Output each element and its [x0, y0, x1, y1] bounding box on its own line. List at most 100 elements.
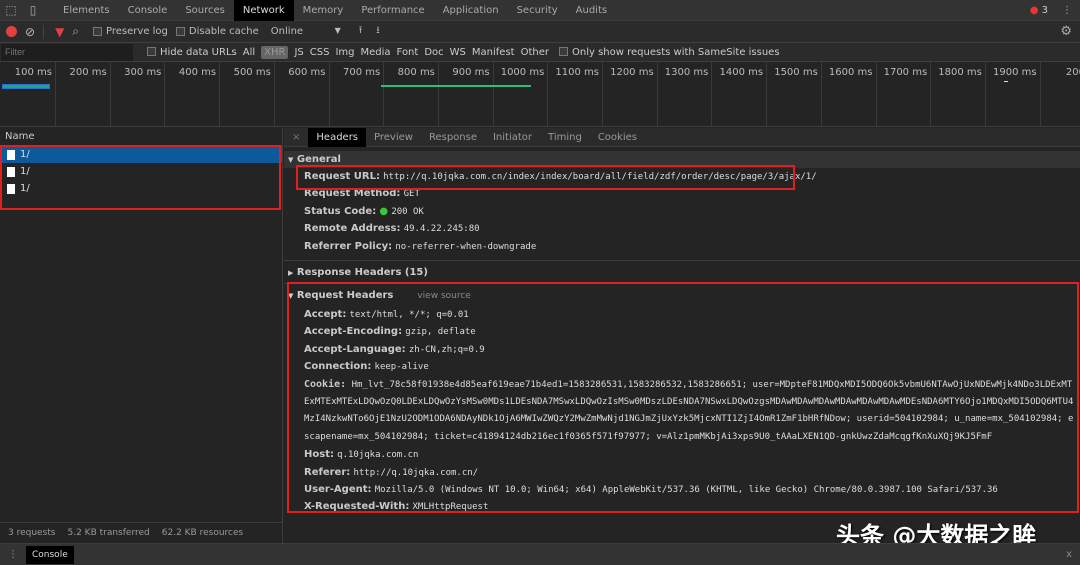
- file-icon: [7, 149, 15, 160]
- network-toolbar: ⊘ ▼ ⌕ Preserve log Disable cache Online ▼…: [0, 21, 1080, 43]
- filter-icon[interactable]: ▼: [55, 25, 64, 39]
- timeline-tick-label: 1300 ms: [664, 67, 709, 78]
- tab-console[interactable]: Console: [119, 0, 177, 21]
- timeline-tick-label: 1900 ms: [993, 67, 1037, 78]
- header-value: q.10jqka.com.cn: [337, 450, 419, 461]
- type-filter-other[interactable]: Other: [521, 47, 549, 58]
- timeline-tick-label: 1700 ms: [883, 67, 928, 78]
- header-value: 200 OK: [391, 206, 424, 217]
- header-row: Request Method: GET: [284, 185, 1080, 202]
- tab-timing[interactable]: Timing: [540, 128, 590, 147]
- header-value: keep-alive: [374, 362, 429, 373]
- type-filter-js[interactable]: JS: [294, 47, 303, 58]
- dropdown-arrow-icon: ▼: [334, 26, 341, 35]
- tab-headers[interactable]: Headers: [308, 127, 367, 147]
- request-headers-toggle[interactable]: ▼ Request Headers view source: [284, 287, 1080, 304]
- preserve-log-checkbox[interactable]: Preserve log: [93, 26, 168, 37]
- settings-gear-icon[interactable]: ⚙: [1060, 24, 1072, 39]
- header-name: X-Requested-With:: [304, 501, 410, 513]
- header-value: GET: [403, 189, 420, 200]
- disable-cache-checkbox[interactable]: Disable cache: [175, 26, 259, 37]
- status-ok-icon: ●: [379, 205, 392, 217]
- timeline-tick-label: 700 ms: [342, 67, 381, 78]
- header-value: http://q.10jqka.com.cn/: [353, 467, 479, 478]
- timeline-tick-label: 1600 ms: [828, 67, 873, 78]
- collapsed-triangle-icon: ▶: [288, 268, 294, 277]
- timeline-tick-label: 2000: [1065, 67, 1080, 78]
- tab-elements[interactable]: Elements: [54, 0, 119, 21]
- device-toolbar-icon[interactable]: ▯: [22, 3, 44, 17]
- type-filter-css[interactable]: CSS: [310, 47, 330, 58]
- type-filter-all[interactable]: All: [243, 47, 255, 58]
- samesite-checkbox[interactable]: Only show requests with SameSite issues: [559, 47, 780, 58]
- response-headers-toggle[interactable]: ▶ Response Headers (15): [284, 264, 1080, 281]
- request-details: × Headers Preview Response Initiator Tim…: [284, 127, 1080, 522]
- header-name: Cookie:: [304, 378, 347, 390]
- status-bar: 3 requests 5.2 KB transferred 62.2 KB re…: [0, 522, 283, 543]
- expanded-triangle-icon: ▼: [288, 291, 294, 300]
- drawer-close-button[interactable]: x: [1066, 549, 1072, 560]
- header-row: Host: q.10jqka.com.cn: [284, 446, 1080, 463]
- type-filter-doc[interactable]: Doc: [424, 47, 443, 58]
- timeline-overview[interactable]: 100 ms 200 ms 300 ms 400 ms 500 ms 600 ms 700 …: [0, 62, 1080, 127]
- type-filter-media[interactable]: Media: [361, 47, 391, 58]
- type-filter-font[interactable]: Font: [397, 47, 419, 58]
- tab-response[interactable]: Response: [421, 128, 485, 147]
- header-value: Hm_lvt_78c58f01938e4d85eaf619eae71b4ed1=…: [304, 379, 1074, 442]
- tab-cookies[interactable]: Cookies: [590, 128, 645, 147]
- tab-security[interactable]: Security: [508, 0, 567, 21]
- view-source-link[interactable]: view source: [417, 291, 470, 301]
- header-row: User-Agent: Mozilla/5.0 (Windows NT 10.0…: [284, 481, 1080, 498]
- drawer-menu-icon[interactable]: ⋮: [0, 549, 26, 560]
- close-details-icon[interactable]: ×: [284, 132, 308, 143]
- import-har-icon[interactable]: ⭱: [359, 23, 363, 40]
- type-filter-xhr[interactable]: XHR: [261, 45, 289, 59]
- header-name: Referer:: [304, 466, 351, 478]
- search-icon[interactable]: ⌕: [72, 24, 79, 39]
- name-column-header[interactable]: Name: [0, 128, 282, 146]
- header-name: Host:: [304, 449, 334, 461]
- header-name: Referrer Policy:: [304, 240, 393, 252]
- filter-bar: Hide data URLs All XHR JS CSS Img Media …: [0, 43, 1080, 62]
- type-filter-img[interactable]: Img: [335, 47, 354, 58]
- request-row[interactable]: 1/: [0, 180, 282, 197]
- inspect-element-icon[interactable]: ⬚: [0, 3, 22, 17]
- timeline-tick-label: 800 ms: [397, 67, 435, 78]
- timeline-marker: [1004, 81, 1008, 82]
- timeline-tick-label: 200 ms: [69, 67, 107, 78]
- export-har-icon[interactable]: ⭳: [376, 23, 380, 40]
- tab-network[interactable]: Network: [233, 0, 294, 21]
- timeline-tick-label: 100 ms: [14, 67, 52, 78]
- tab-sources[interactable]: Sources: [176, 0, 234, 21]
- console-drawer-bar: ⋮ Console x: [0, 543, 1080, 565]
- header-row: Accept-Encoding: gzip, deflate: [284, 323, 1080, 340]
- type-filter-ws[interactable]: WS: [450, 47, 466, 58]
- tab-memory[interactable]: Memory: [294, 0, 353, 21]
- header-row: X-Requested-With: XMLHttpRequest: [284, 498, 1080, 515]
- tab-performance[interactable]: Performance: [352, 0, 433, 21]
- general-section-toggle[interactable]: ▼ General: [284, 151, 1080, 168]
- tab-audits[interactable]: Audits: [567, 0, 616, 21]
- record-icon[interactable]: [6, 26, 17, 37]
- header-value: no-referrer-when-downgrade: [395, 241, 537, 252]
- drawer-tab-console[interactable]: Console: [26, 545, 74, 564]
- more-menu-icon[interactable]: ⋮: [1062, 5, 1072, 16]
- tab-initiator[interactable]: Initiator: [485, 128, 540, 147]
- header-row: Referrer Policy: no-referrer-when-downgr…: [284, 238, 1080, 255]
- request-row[interactable]: 1/: [0, 146, 282, 163]
- header-value: Mozilla/5.0 (Windows NT 10.0; Win64; x64…: [374, 484, 998, 495]
- timeline-tick-label: 1400 ms: [719, 67, 764, 78]
- hide-data-urls-checkbox[interactable]: Hide data URLs: [147, 47, 237, 58]
- type-filter-manifest[interactable]: Manifest: [472, 47, 515, 58]
- header-name: Accept-Encoding:: [304, 326, 403, 338]
- throttling-select[interactable]: Online ▼: [271, 26, 341, 37]
- timeline-tick-label: 900 ms: [452, 67, 490, 78]
- clear-icon[interactable]: ⊘: [25, 25, 35, 39]
- header-row: Cookie: Hm_lvt_78c58f01938e4d85eaf619eae…: [284, 376, 1080, 447]
- filter-input[interactable]: [1, 43, 133, 61]
- tab-application[interactable]: Application: [434, 0, 508, 21]
- request-row[interactable]: 1/: [0, 163, 282, 180]
- header-row: Status Code: ● 200 OK: [284, 203, 1080, 220]
- tab-preview[interactable]: Preview: [366, 128, 421, 147]
- error-badge[interactable]: ● 3: [1030, 5, 1048, 16]
